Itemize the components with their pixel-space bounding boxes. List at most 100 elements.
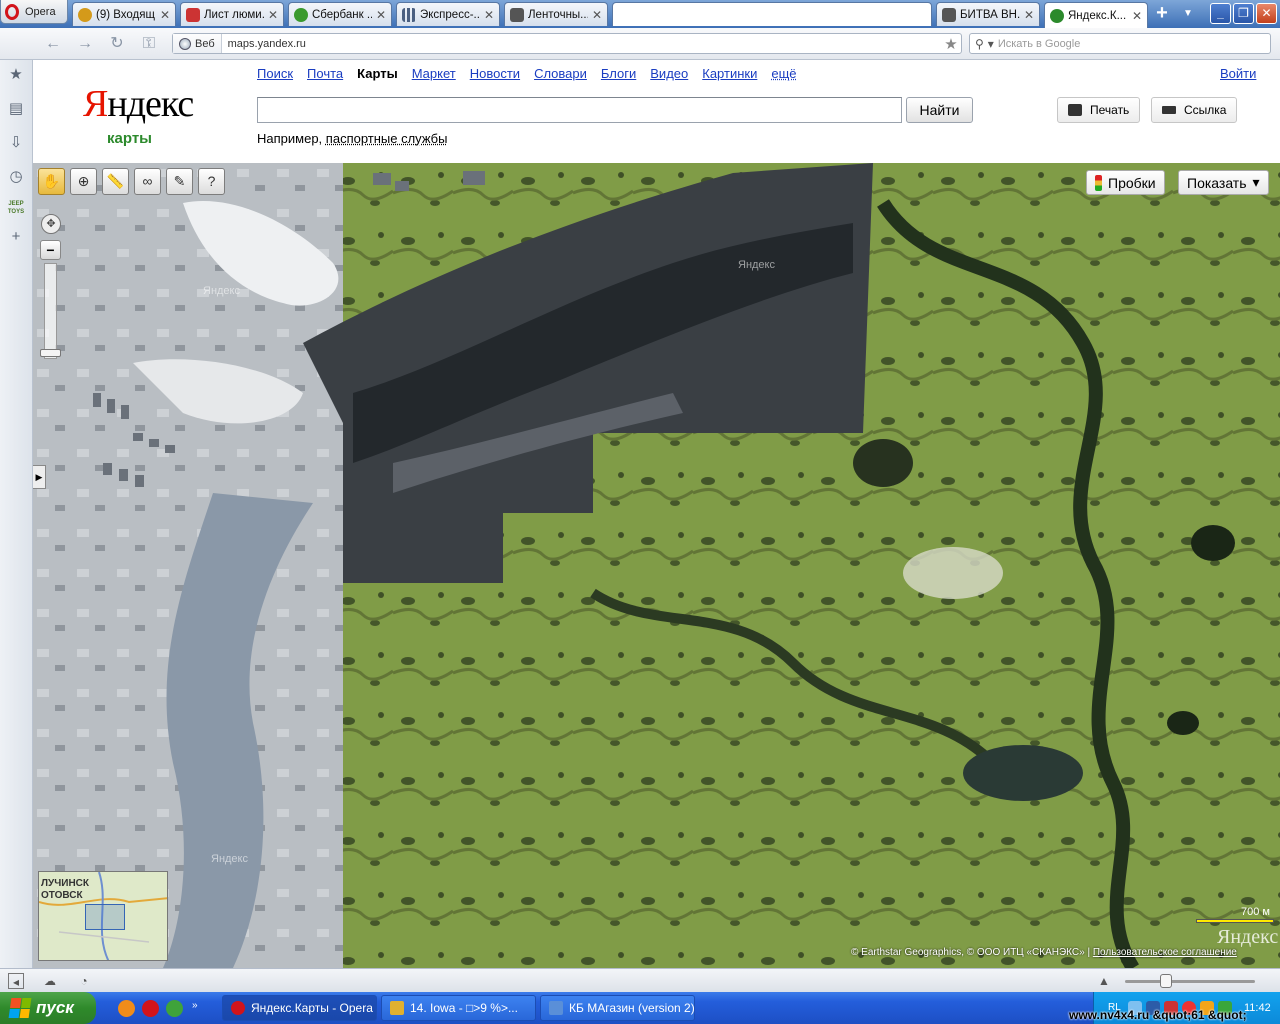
tab-sberbank[interactable]: Сбербанк ... ✕ [288,2,392,26]
yandex-maps-sublogo[interactable]: карты [107,130,152,147]
tab-yandex-maps[interactable]: Яндекс.К... ✕ [1044,2,1148,28]
find-button[interactable]: Найти [906,97,973,123]
task-kb-shop[interactable]: КБ МАгазин (version 2) [540,995,695,1021]
opera-task-icon [231,1001,245,1015]
search-example-link[interactable]: паспортные службы [326,131,448,146]
nav-more[interactable]: ещё [771,66,796,81]
speed-gauge-icon[interactable]: ◔ [76,973,92,989]
route-icon[interactable]: ∞ [134,168,161,195]
hand-drag-icon[interactable]: ✋ [38,168,65,195]
zoom-slider[interactable] [44,263,57,359]
tab-inbox[interactable]: (9) Входящ... ✕ [72,2,176,26]
zoom-magnifier-icon[interactable]: ⊕ [70,168,97,195]
application-task-icon [549,1001,563,1015]
tab-belt[interactable]: Ленточны... ✕ [504,2,608,26]
tab-favicon-icon [186,7,200,22]
nav-video[interactable]: Видео [650,66,688,81]
nav-news[interactable]: Новости [470,66,520,81]
side-panel-toggle-arrow-icon[interactable]: ▶ [33,465,46,489]
opera-unite-cloud-icon[interactable]: ☁ [42,973,58,989]
minimap-label: ОТОВСК [41,890,83,901]
browser-side-panel: ★ ▤ ⇩ ◷ JEEP TOYS + [0,60,33,968]
view-options-triangle-icon[interactable]: ▲ [1096,973,1112,989]
jeep-toys-icon[interactable]: JEEP TOYS [7,200,25,218]
address-type-label: Веб [195,37,215,50]
tab-close-icon[interactable]: ✕ [1132,9,1142,23]
tab-close-icon[interactable]: ✕ [592,8,602,22]
traffic-button[interactable]: Пробки [1086,170,1165,195]
browser-search-field[interactable]: ⚲ ▾ Искать в Google [969,33,1271,54]
tab-close-icon[interactable]: ✕ [484,8,494,22]
start-button[interactable]: пуск [0,992,96,1024]
info-cursor-icon[interactable]: ? [198,168,225,195]
nav-images[interactable]: Картинки [702,66,757,81]
add-panel-plus-icon[interactable]: + [7,228,25,246]
overview-minimap[interactable]: ЛУЧИНСК ОТОВСК [38,871,168,961]
reload-icon[interactable]: ↻ [106,34,128,54]
ruler-icon[interactable]: 📏 [102,168,129,195]
page-zoom-slider[interactable] [1125,980,1255,983]
tab-luminescent-sheet[interactable]: Лист люми... ✕ [180,2,284,26]
tab-battle[interactable]: БИТВА ВН... ✕ [936,2,1040,26]
nav-mail[interactable]: Почта [307,66,343,81]
show-layers-button[interactable]: Показать ▾ [1178,170,1269,195]
tab-blank[interactable] [612,2,932,26]
user-agreement-link[interactable]: Пользовательское соглашение [1093,947,1237,958]
minimap-viewport-frame[interactable] [85,904,125,930]
zoom-slider-thumb[interactable] [40,349,61,357]
window-minimize-button[interactable]: _ [1210,3,1231,24]
firefox-quicklaunch-icon[interactable] [118,1000,135,1017]
search-example: Например, паспортные службы [257,131,448,146]
address-url[interactable]: maps.yandex.ru [222,38,941,50]
quicklaunch-more-icon[interactable]: » [192,1000,202,1017]
browser-tab-bar: Opera (9) Входящ... ✕ Лист люми... ✕ Сбе… [0,0,1280,28]
printer-icon [1068,104,1082,116]
panel-toggle-icon[interactable]: ◂ [8,973,24,989]
document-task-icon [390,1001,404,1015]
icq-quicklaunch-icon[interactable] [166,1000,183,1017]
tray-clock[interactable]: 11:42 [1244,1002,1271,1014]
map-search-input[interactable] [257,97,902,123]
window-close-button[interactable]: ✕ [1256,3,1277,24]
search-icon: ⚲ [975,36,984,51]
address-bar[interactable]: Веб maps.yandex.ru ★ [172,33,962,54]
yandex-logo[interactable]: Яндекс [83,82,194,126]
login-link[interactable]: Войти [1220,66,1256,81]
print-button[interactable]: Печать [1057,97,1141,123]
nav-blogs[interactable]: Блоги [601,66,636,81]
task-yandex-maps-opera[interactable]: Яндекс.Карты - Opera [222,995,377,1021]
history-clock-icon[interactable]: ◷ [7,168,25,186]
search-engine-chevron-down-icon[interactable]: ▾ [988,37,994,51]
key-icon[interactable]: ⚿ [138,34,160,54]
yandex-services-nav: Поиск Почта Карты Маркет Новости Словари… [257,66,797,81]
satellite-map[interactable]: Яндекс Яндекс Яндекс ✋ ⊕ 📏 ∞ ✎ ? ✥ − ▶ П… [33,163,1280,968]
navigation-compass-icon[interactable]: ✥ [41,214,61,234]
tab-close-icon[interactable]: ✕ [268,8,278,22]
address-type-badge[interactable]: Веб [173,34,222,53]
opera-menu-button[interactable]: Opera [0,0,68,24]
nav-dictionaries[interactable]: Словари [534,66,587,81]
page-zoom-slider-thumb[interactable] [1160,974,1172,988]
task-iowa[interactable]: 14. Iowa - □>9 %>... [381,995,536,1021]
notes-icon[interactable]: ▤ [7,100,25,118]
comment-icon[interactable]: ✎ [166,168,193,195]
opera-quicklaunch-icon[interactable] [142,1000,159,1017]
tab-speed-dial[interactable]: Экспресс-... ✕ [396,2,500,26]
nav-search[interactable]: Поиск [257,66,293,81]
downloads-icon[interactable]: ⇩ [7,134,25,152]
window-restore-button[interactable]: ❐ [1233,3,1254,24]
link-button[interactable]: Ссылка [1151,97,1238,123]
tab-close-icon[interactable]: ✕ [1024,8,1034,22]
map-copyright: © Earthstar Geographics, © ООО ИТЦ «СКАН… [851,947,1237,958]
nav-market[interactable]: Маркет [412,66,456,81]
tab-list-chevron-down-icon[interactable]: ▼ [1178,4,1198,24]
map-yandex-logo: Яндекс [1217,926,1279,948]
bookmarks-star-icon[interactable]: ★ [7,66,25,84]
bookmark-star-icon[interactable]: ★ [941,35,961,53]
tab-close-icon[interactable]: ✕ [160,8,170,22]
forward-arrow-icon[interactable]: → [74,34,96,54]
zoom-in-button[interactable]: − [40,240,61,260]
back-arrow-icon[interactable]: ← [42,34,64,54]
tab-close-icon[interactable]: ✕ [376,8,386,22]
new-tab-plus-icon[interactable]: + [1150,3,1174,24]
